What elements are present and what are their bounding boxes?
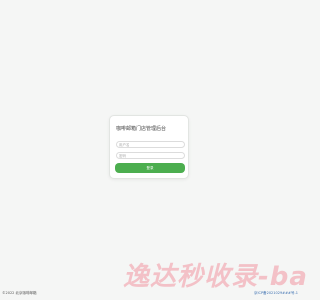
footer-icp-link[interactable]: 京ICP备2021029###号-1 (254, 291, 298, 296)
password-input[interactable] (116, 152, 185, 159)
watermark-text: 逸达秒收录-ba (123, 262, 308, 292)
username-input[interactable] (116, 141, 185, 148)
page: 咖啡邮箱门店管理后台 登录 逸达秒收录-ba ©2022 北京咖啡邮箱 京ICP… (0, 0, 307, 300)
footer-copyright: ©2022 北京咖啡邮箱 (2, 291, 37, 295)
login-button[interactable]: 登录 (115, 163, 185, 173)
login-title: 咖啡邮箱门店管理后台 (116, 126, 167, 132)
login-card: 咖啡邮箱门店管理后台 登录 (109, 115, 189, 179)
